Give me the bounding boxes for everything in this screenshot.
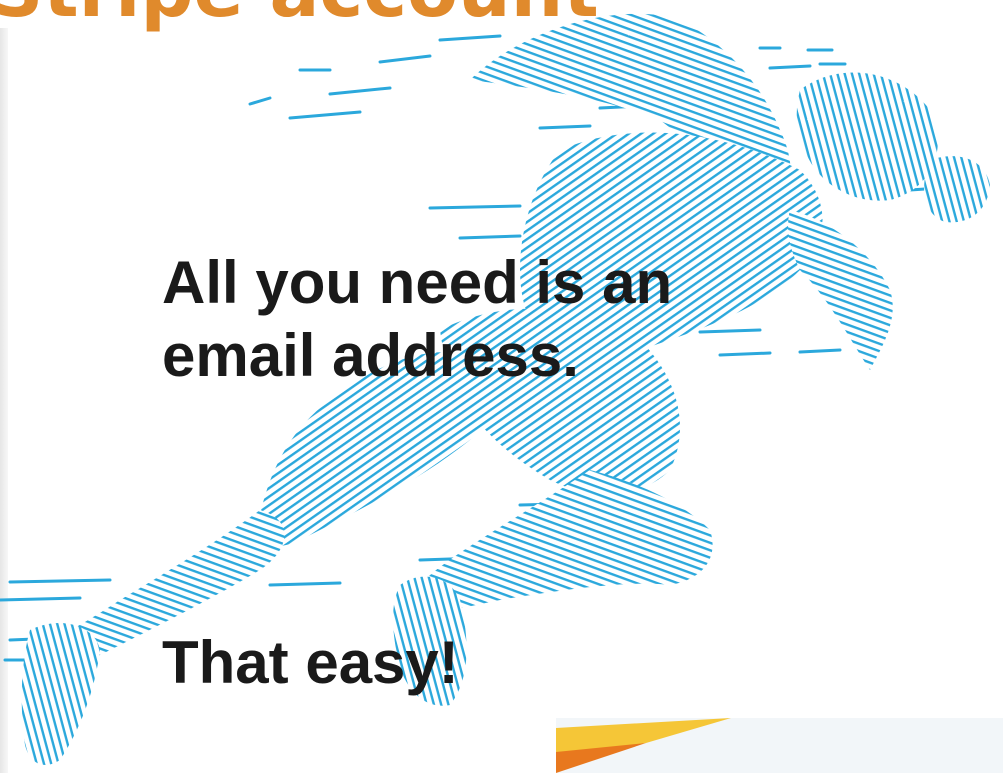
paper-plane-graphic: [556, 718, 731, 773]
slide: Stripe account: [0, 0, 1003, 773]
runner-head: [796, 72, 938, 201]
runner-front-arm: [788, 210, 893, 370]
tagline-text: That easy!: [162, 629, 459, 696]
runner-front-shin: [410, 470, 713, 612]
runner-hand: [924, 156, 990, 223]
runner-back-foot: [21, 622, 100, 765]
headline-text: All you need is an email address.: [162, 249, 673, 389]
